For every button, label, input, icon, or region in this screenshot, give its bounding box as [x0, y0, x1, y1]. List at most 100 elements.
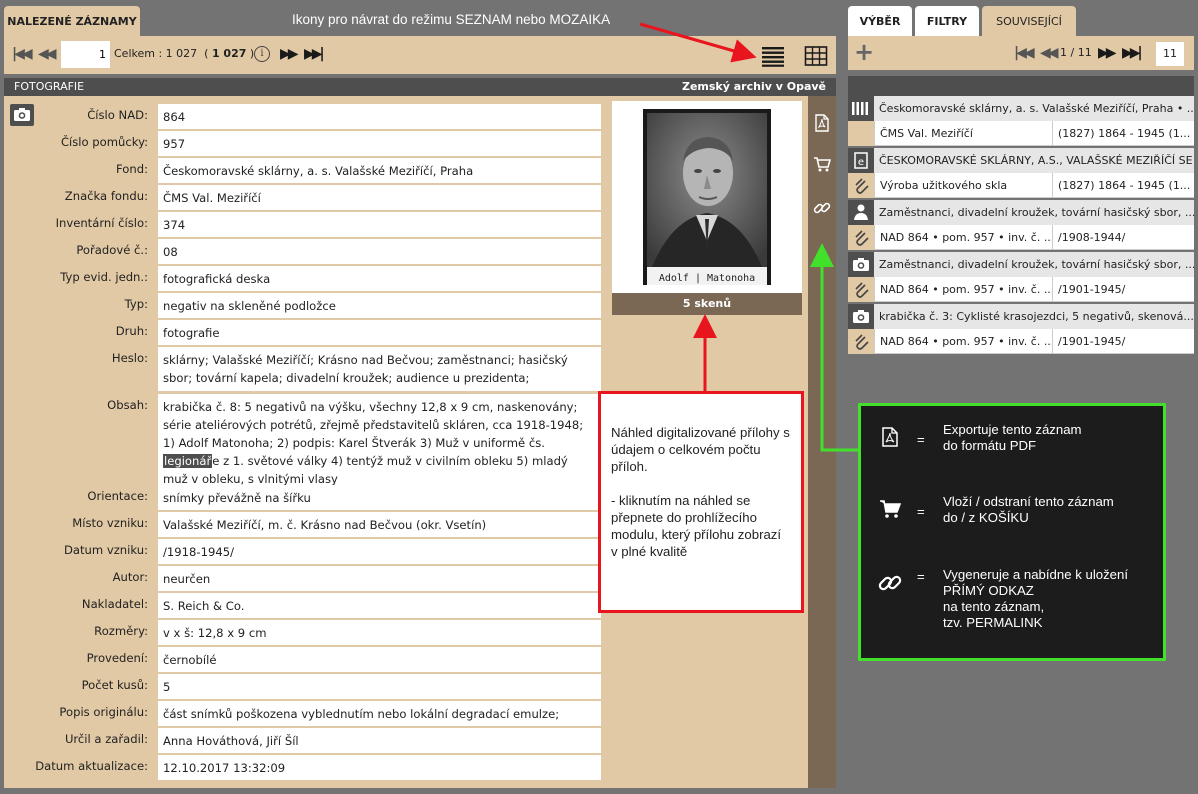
- camera-icon: [10, 104, 34, 126]
- page-number-input[interactable]: [61, 41, 110, 68]
- field-label: Značka fondu:: [64, 189, 148, 203]
- attachment-icon: [848, 329, 874, 354]
- related-item-title[interactable]: Zaměstnanci, divadelní kroužek, tovární …: [874, 200, 1194, 225]
- related-item[interactable]: krabička č. 3: Cyklisté krasojezdci, 5 n…: [848, 304, 1194, 329]
- legend-cart-text: Vloží / odstraní tento záznam do / z KOŠÍ…: [943, 494, 1114, 525]
- link-icon[interactable]: [813, 199, 831, 217]
- first-page-icon[interactable]: |◀◀: [1014, 45, 1035, 61]
- field-label: Obsah:: [107, 398, 148, 412]
- field-label: Druh:: [115, 324, 148, 338]
- tab-filters[interactable]: FILTRY: [915, 6, 979, 36]
- annotation-paragraph: - kliknutím na náhled se přepnete do pro…: [611, 493, 782, 559]
- legend-equals: =: [917, 432, 925, 447]
- field-value: 864: [158, 104, 601, 129]
- field-value: 374: [158, 212, 601, 237]
- field-value: negativ na skleněné podložce: [158, 293, 601, 318]
- related-item-title[interactable]: krabička č. 3: Cyklisté krasojezdci, 5 n…: [874, 304, 1194, 329]
- tab-related[interactable]: SOUVISEJÍCÍ: [982, 6, 1076, 36]
- field-label: Číslo pomůcky:: [60, 135, 148, 149]
- actions-legend: = Exportuje tento záznam do formátu PDF =…: [858, 403, 1166, 661]
- related-item[interactable]: Zaměstnanci, divadelní kroužek, tovární …: [848, 252, 1194, 277]
- field-value: fotografická deska: [158, 266, 601, 291]
- prev-page-icon[interactable]: ◀◀: [1040, 45, 1058, 61]
- related-page-indicator: 1 / 11: [1060, 46, 1092, 59]
- field-label: Typ:: [124, 297, 148, 311]
- scan-count[interactable]: 5 skenů: [612, 293, 802, 315]
- field-label: Pořadové č.:: [76, 243, 148, 257]
- total-count-bold: 1 027: [211, 47, 247, 60]
- add-icon[interactable]: +: [854, 39, 874, 65]
- field-label: Místo vzniku:: [72, 516, 148, 530]
- cart-icon: [880, 500, 901, 518]
- related-header: [848, 76, 1194, 96]
- last-page-icon[interactable]: ▶▶|: [304, 46, 325, 62]
- annotation-paragraph: Náhled digitalizované přílohy s údajem o…: [611, 425, 790, 474]
- record-header: FOTOGRAFIE Zemský archiv v Opavě: [4, 78, 836, 96]
- total-count: Celkem : 1 027 ( 1 027 ): [114, 47, 255, 60]
- attachment-icon: [848, 173, 874, 198]
- svg-text:e: e: [858, 157, 864, 168]
- related-item-code: ČMS Val. Meziříčí: [874, 121, 1052, 146]
- related-item-date: /1901-1945/: [1052, 277, 1194, 302]
- related-item-details: ČMS Val. Meziříčí (1827) 1864 - 1945 (1.…: [848, 121, 1194, 146]
- search-highlight: legionář: [163, 454, 213, 468]
- related-item-title[interactable]: Zaměstnanci, divadelní kroužek, tovární …: [874, 252, 1194, 277]
- results-toolbar: |◀◀ ◀◀ Celkem : 1 027 ( 1 027 ) i ▶▶ ▶▶|: [4, 36, 836, 74]
- field-value: 12.10.2017 13:32:09: [158, 755, 601, 780]
- field-label: Provedení:: [86, 651, 148, 665]
- related-item-title[interactable]: ČESKOMORAVSKÉ SKLÁRNY, A.S., VALAŠSKÉ ME…: [874, 148, 1194, 173]
- photo-caption: Adolf | Matonoha: [659, 273, 755, 284]
- related-toolbar: + |◀◀ ◀◀ 1 / 11 ▶▶ ▶▶|: [848, 36, 1194, 70]
- field-value: Anna Hováthová, Jiří Šíl: [158, 728, 601, 753]
- info-icon[interactable]: i: [254, 46, 270, 62]
- record-actions: [808, 96, 836, 788]
- legend-pdf-text: Exportuje tento záznam do formátu PDF: [943, 422, 1082, 453]
- annotation-view-mode: Ikony pro návrat do režimu SEZNAM nebo M…: [292, 12, 611, 27]
- related-item-code: Výroba užitkového skla: [874, 173, 1052, 198]
- next-page-icon[interactable]: ▶▶: [280, 46, 298, 62]
- link-icon: [878, 575, 902, 591]
- pdf-icon[interactable]: [814, 114, 830, 132]
- field-label: Autor:: [112, 570, 148, 584]
- field-value: fotografie: [158, 320, 601, 345]
- related-item-date: (1827) 1864 - 1945 (1...: [1052, 173, 1194, 198]
- tab-found-records[interactable]: NALEZENÉ ZÁZNAMY: [4, 6, 140, 36]
- field-value: 957: [158, 131, 601, 156]
- list-view-icon[interactable]: [761, 45, 785, 67]
- record-type: FOTOGRAFIE: [14, 80, 85, 93]
- related-item-date: (1827) 1864 - 1945 (1...: [1052, 121, 1194, 146]
- last-page-icon[interactable]: ▶▶|: [1122, 45, 1143, 61]
- related-item[interactable]: Českomoravské sklárny, a. s. Valašské Me…: [848, 96, 1194, 121]
- spacer: [848, 121, 874, 146]
- cart-icon[interactable]: [813, 156, 831, 172]
- related-item-title[interactable]: Českomoravské sklárny, a. s. Valašské Me…: [874, 96, 1194, 121]
- camera-icon: [848, 304, 874, 329]
- related-item[interactable]: e ČESKOMORAVSKÉ SKLÁRNY, A.S., VALAŠSKÉ …: [848, 148, 1194, 173]
- person-icon: [848, 200, 874, 225]
- related-item-details: NAD 864 • pom. 957 • inv. č. ... /1901-1…: [848, 277, 1194, 302]
- prev-page-icon[interactable]: ◀◀: [38, 46, 56, 62]
- field-label: Popis originálu:: [59, 705, 148, 719]
- archive-name: Zemský archiv v Opavě: [681, 80, 826, 93]
- related-page-input[interactable]: 11: [1156, 42, 1184, 66]
- next-page-icon[interactable]: ▶▶: [1098, 45, 1116, 61]
- related-item-details: NAD 864 • pom. 957 • inv. č. ... /1908-1…: [848, 225, 1194, 250]
- field-value: krabička č. 8: 5 negativů na výšku, všec…: [158, 394, 601, 491]
- legend-equals: =: [917, 569, 925, 584]
- field-label: Určil a zařadil:: [64, 732, 148, 746]
- field-label: Počet kusů:: [81, 678, 148, 692]
- field-value: Valašské Meziříčí, m. č. Krásno nad Bečv…: [158, 512, 601, 537]
- tab-selection[interactable]: VÝBĚR: [848, 6, 912, 36]
- field-label: Fond:: [116, 162, 148, 176]
- field-label: Nakladatel:: [81, 597, 148, 611]
- related-item[interactable]: Zaměstnanci, divadelní kroužek, tovární …: [848, 200, 1194, 225]
- first-page-icon[interactable]: |◀◀: [12, 46, 33, 62]
- related-item-details: NAD 864 • pom. 957 • inv. č. ... /1901-1…: [848, 329, 1194, 354]
- attachment-thumbnail[interactable]: Adolf | Matonoha: [612, 101, 802, 293]
- grid-view-icon[interactable]: [804, 45, 828, 67]
- related-item-date: /1908-1944/: [1052, 225, 1194, 250]
- field-label: Orientace:: [87, 489, 148, 503]
- field-value: 5: [158, 674, 601, 699]
- field-label: Heslo:: [111, 351, 148, 365]
- attachment-icon: [848, 277, 874, 302]
